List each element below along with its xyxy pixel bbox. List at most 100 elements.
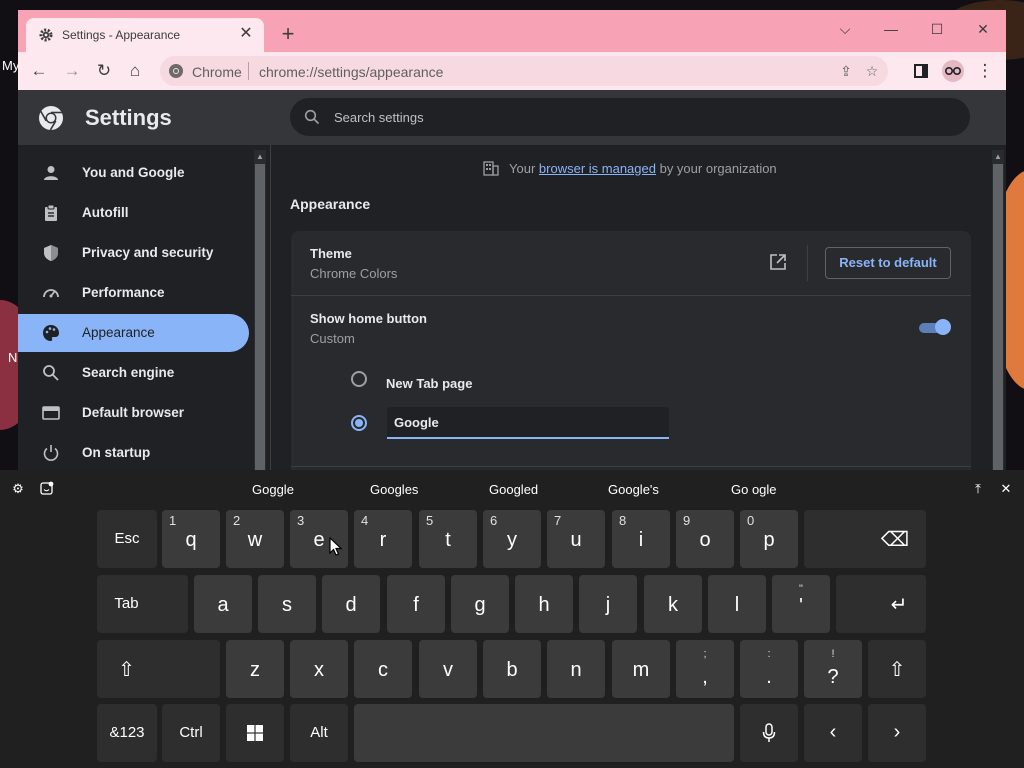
sidebar-item-performance[interactable]: Performance bbox=[18, 274, 249, 312]
sidebar-item-default-browser[interactable]: Default browser bbox=[18, 394, 249, 432]
content-scrollbar[interactable]: ▲ bbox=[992, 150, 1004, 470]
key-g[interactable]: g bbox=[451, 575, 509, 633]
search-input[interactable] bbox=[334, 107, 934, 127]
key-shift-right[interactable]: ⇧ bbox=[868, 640, 926, 698]
key-q[interactable]: 1q bbox=[162, 510, 220, 568]
key-esc[interactable]: Esc bbox=[97, 510, 157, 568]
key-i[interactable]: 8i bbox=[612, 510, 670, 568]
key-v[interactable]: v bbox=[419, 640, 477, 698]
radio-custom-url[interactable] bbox=[351, 415, 367, 431]
bookmark-star-icon[interactable]: ☆ bbox=[862, 61, 882, 81]
tab-settings-appearance[interactable]: Settings - Appearance ✕ bbox=[26, 18, 264, 52]
key-question[interactable]: !? bbox=[804, 640, 862, 698]
key-symbols[interactable]: &123 bbox=[97, 704, 157, 762]
key-alt[interactable]: Alt bbox=[290, 704, 348, 762]
back-arrow-icon[interactable]: ← bbox=[26, 59, 52, 83]
address-url[interactable]: chrome://settings/appearance bbox=[259, 64, 443, 80]
key-y[interactable]: 6y bbox=[483, 510, 541, 568]
tab-search-chevron-icon[interactable]: ⌵ bbox=[830, 16, 860, 42]
key-shift-left[interactable]: ⇧ bbox=[97, 640, 220, 698]
sidebar-item-search-engine[interactable]: Search engine bbox=[18, 354, 249, 392]
home-icon[interactable]: ⌂ bbox=[122, 59, 148, 83]
more-menu-icon[interactable]: ⋮ bbox=[972, 59, 998, 83]
share-icon[interactable]: ⇪ bbox=[836, 61, 856, 81]
key-label: s bbox=[282, 594, 292, 616]
profile-avatar[interactable] bbox=[940, 59, 966, 83]
suggestion-item[interactable]: Google's bbox=[608, 482, 659, 497]
key-label: d bbox=[345, 594, 357, 616]
open-in-new-icon[interactable] bbox=[769, 253, 787, 271]
key-arrow-right[interactable]: › bbox=[868, 704, 926, 762]
suggestion-item[interactable]: Go ogle bbox=[731, 482, 777, 497]
forward-arrow-icon[interactable]: → bbox=[59, 59, 85, 83]
key-enter[interactable]: ↵ bbox=[836, 575, 926, 633]
key-p[interactable]: 0p bbox=[740, 510, 798, 568]
key-period[interactable]: :. bbox=[740, 640, 798, 698]
key-alt-label: 1 bbox=[169, 513, 177, 528]
key-s[interactable]: s bbox=[258, 575, 316, 633]
managed-link[interactable]: browser is managed bbox=[539, 161, 656, 176]
key-arrow-left[interactable]: ‹ bbox=[804, 704, 862, 762]
key-l[interactable]: l bbox=[708, 575, 766, 633]
key-x[interactable]: x bbox=[290, 640, 348, 698]
key-u[interactable]: 7u bbox=[547, 510, 605, 568]
home-button-toggle[interactable] bbox=[919, 319, 951, 335]
key-label: ' bbox=[799, 595, 803, 617]
reload-icon[interactable]: ↻ bbox=[91, 59, 117, 83]
home-button-value: Custom bbox=[310, 331, 355, 346]
maximize-button[interactable]: ☐ bbox=[922, 16, 952, 42]
close-window-button[interactable]: ✕ bbox=[968, 16, 998, 42]
close-tab-icon[interactable]: ✕ bbox=[236, 24, 256, 44]
key-o[interactable]: 9o bbox=[676, 510, 734, 568]
suggestion-item[interactable]: Goggle bbox=[252, 482, 294, 497]
key-microphone[interactable] bbox=[740, 704, 798, 762]
sidebar-item-autofill[interactable]: Autofill bbox=[18, 194, 249, 232]
search-settings-box[interactable] bbox=[290, 98, 970, 136]
key-windows[interactable] bbox=[226, 704, 284, 762]
scroll-up-arrow-icon[interactable]: ▲ bbox=[254, 152, 266, 162]
sidebar-item-on-startup[interactable]: On startup bbox=[18, 434, 249, 470]
key-b[interactable]: b bbox=[483, 640, 541, 698]
dock-keyboard-icon[interactable]: ⤒ bbox=[970, 481, 986, 497]
key-quote[interactable]: " ' bbox=[772, 575, 830, 633]
key-j[interactable]: j bbox=[579, 575, 637, 633]
sidebar-scrollbar-thumb[interactable] bbox=[255, 164, 265, 470]
content-scrollbar-thumb[interactable] bbox=[993, 164, 1003, 470]
side-panel-icon[interactable] bbox=[908, 59, 934, 83]
address-bar[interactable]: Chrome chrome://settings/appearance ⇪ ☆ bbox=[160, 56, 888, 86]
key-r[interactable]: 4r bbox=[354, 510, 412, 568]
palette-icon bbox=[43, 325, 59, 341]
emoji-panel-icon[interactable] bbox=[39, 481, 55, 497]
reset-to-default-button[interactable]: Reset to default bbox=[825, 247, 951, 279]
key-z[interactable]: z bbox=[226, 640, 284, 698]
sidebar-item-appearance[interactable]: Appearance bbox=[18, 314, 249, 352]
suggestion-item[interactable]: Googled bbox=[489, 482, 538, 497]
key-w[interactable]: 2w bbox=[226, 510, 284, 568]
radio-new-tab-page[interactable] bbox=[351, 371, 367, 387]
key-backspace[interactable]: ⌫ bbox=[804, 510, 926, 568]
key-c[interactable]: c bbox=[354, 640, 412, 698]
key-ctrl[interactable]: Ctrl bbox=[162, 704, 220, 762]
close-keyboard-icon[interactable]: ✕ bbox=[998, 481, 1014, 497]
key-f[interactable]: f bbox=[387, 575, 445, 633]
key-tab[interactable]: Tab bbox=[97, 575, 188, 633]
key-n[interactable]: n bbox=[547, 640, 605, 698]
key-k[interactable]: k bbox=[644, 575, 702, 633]
key-d[interactable]: d bbox=[322, 575, 380, 633]
key-m[interactable]: m bbox=[612, 640, 670, 698]
sidebar-scrollbar[interactable]: ▲ bbox=[254, 150, 266, 470]
new-tab-button[interactable]: + bbox=[276, 22, 300, 46]
key-t[interactable]: 5t bbox=[419, 510, 477, 568]
sidebar-item-privacy-and-security[interactable]: Privacy and security bbox=[18, 234, 249, 272]
minimize-button[interactable]: — bbox=[876, 16, 906, 42]
custom-home-url-input[interactable] bbox=[387, 407, 669, 439]
key-comma[interactable]: ;, bbox=[676, 640, 734, 698]
scroll-up-arrow-icon[interactable]: ▲ bbox=[992, 152, 1004, 162]
key-h[interactable]: h bbox=[515, 575, 573, 633]
suggestion-item[interactable]: Googles bbox=[370, 482, 418, 497]
key-a[interactable]: a bbox=[194, 575, 252, 633]
key-space[interactable] bbox=[354, 704, 734, 762]
keyboard-settings-gear-icon[interactable]: ⚙ bbox=[10, 481, 26, 497]
sidebar-item-you-and-google[interactable]: You and Google bbox=[18, 154, 249, 192]
browser-icon bbox=[42, 406, 60, 420]
